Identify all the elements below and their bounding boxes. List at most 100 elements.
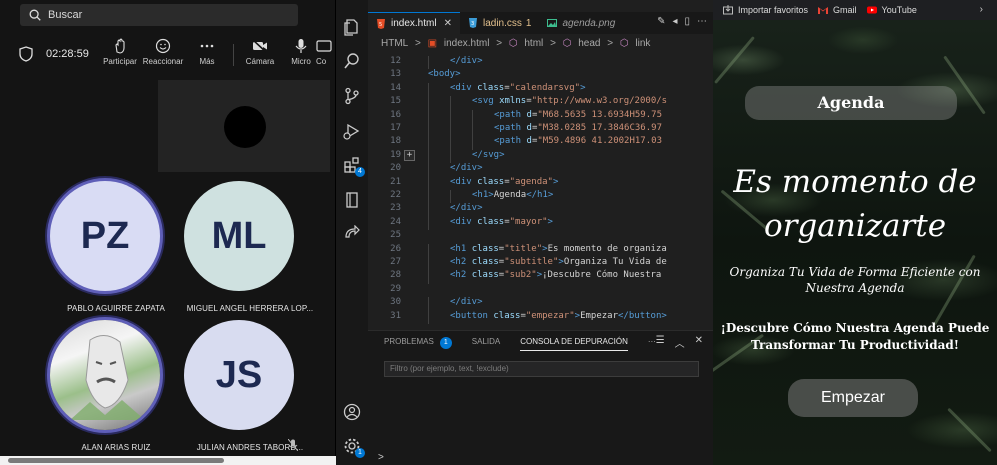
share-button[interactable]: Co	[316, 38, 336, 72]
svg-text:5: 5	[379, 22, 382, 28]
panel-more-icon[interactable]: ⋯	[648, 337, 656, 351]
close-tab-icon[interactable]: ✕	[444, 18, 452, 29]
camera-off-icon	[252, 39, 267, 53]
explorer-icon[interactable]	[343, 18, 361, 36]
avatar-initials: ML	[211, 214, 267, 257]
page-sub2: ¡Descubre Cómo Nuestra Agenda Puede Tran…	[720, 321, 990, 352]
split-editor-icon[interactable]: ▯	[684, 16, 690, 27]
indent-guide	[428, 163, 429, 177]
participant-tile[interactable]: ML MIGUEL ANGEL HERRERA LOP...	[184, 181, 313, 321]
code-line[interactable]: 19 </svg> +	[368, 149, 713, 164]
participant-tile[interactable]: ALAN ARIAS RUIZ	[50, 320, 178, 460]
close-panel-icon[interactable]: ✕	[695, 335, 703, 350]
remote-icon[interactable]	[343, 225, 361, 243]
bookmark-youtube[interactable]: YouTube	[866, 5, 917, 15]
breadcrumb: HTML > ▣ index.html > ⬡ html > ⬡ head > …	[381, 38, 654, 49]
code-editor[interactable]: 12 </div> 13 <body> 14 <div class="calendarsv…	[368, 54, 713, 326]
indent-guide	[428, 149, 429, 164]
code-line[interactable]: 23 </div>	[368, 203, 713, 217]
horizontal-scrollbar[interactable]	[0, 456, 336, 465]
empezar-button[interactable]: Empezar	[788, 379, 918, 417]
bookmark-import[interactable]: Importar favoritos	[723, 5, 808, 15]
participant-name: JULIAN ANDRES TABORD...	[196, 443, 304, 452]
raise-hand-label: Participar	[103, 57, 137, 66]
code-text: </svg>	[472, 149, 505, 160]
breadcrumb-item[interactable]: head	[578, 38, 600, 49]
search-box[interactable]: Buscar	[20, 4, 298, 26]
bookmark-gmail[interactable]: Gmail	[818, 5, 857, 15]
search-icon[interactable]	[343, 52, 361, 70]
page-title: Es momento de organizarte	[733, 164, 977, 244]
tab-debug-console[interactable]: CONSOLA DE DEPURACIÓN	[520, 337, 628, 351]
pin-icon[interactable]: ✎	[657, 16, 665, 27]
modified-count: 1	[525, 17, 532, 29]
face-photo	[70, 335, 145, 420]
filter-input[interactable]: Filtro (por ejemplo, text, !exclude)	[384, 361, 699, 377]
shield-icon	[19, 46, 33, 62]
source-control-icon[interactable]	[343, 87, 361, 105]
line-number: 27	[390, 257, 401, 267]
mic-off-icon	[288, 439, 298, 451]
chevron-up-icon[interactable]: ︿	[675, 335, 685, 350]
account-icon[interactable]	[343, 403, 361, 421]
tab-index-html[interactable]: 5 index.html ✕	[368, 12, 460, 34]
code-line[interactable]: 12 </div>	[368, 56, 713, 70]
code-line[interactable]: 27 <h2 class="subtitle">Organiza Tu Vida …	[368, 257, 713, 271]
breadcrumb-item[interactable]: index.html	[444, 38, 490, 49]
breadcrumb-item[interactable]: link	[635, 38, 650, 49]
tab-problems[interactable]: PROBLEMAS 1	[384, 337, 452, 351]
list-icon[interactable]: ☰	[656, 335, 665, 350]
tab-ladin-css[interactable]: 3 ladin.css 1	[460, 12, 539, 34]
console-prompt[interactable]: >	[378, 452, 384, 463]
add-comment-icon[interactable]: +	[404, 149, 415, 161]
tab-output[interactable]: SALIDA	[472, 337, 500, 351]
breadcrumb-item[interactable]: html	[524, 38, 543, 49]
code-line[interactable]: 18 <path d="M59.4896 41.2002H17.03	[368, 136, 713, 150]
react-button[interactable]: Reaccionar	[141, 38, 185, 72]
code-line[interactable]: 29	[368, 284, 713, 297]
code-line[interactable]: 31 <button class="empezar">Empezar</butto…	[368, 310, 713, 324]
chevron-right-icon[interactable]: ›	[980, 4, 983, 15]
code-line[interactable]: 16 <path d="M68.5635 13.6934H59.75	[368, 109, 713, 123]
code-line[interactable]: 22 <h1>Agenda</h1>	[368, 190, 713, 204]
code-text: <h2 class="sub2">¡Descubre Cómo Nuestra	[450, 270, 662, 281]
raise-hand-button[interactable]: Participar	[98, 38, 142, 72]
line-number: 23	[390, 203, 401, 214]
avatar-initials: JS	[215, 353, 263, 396]
code-line[interactable]: 17 <path d="M38.0285 17.3846C36.97	[368, 123, 713, 137]
speaker-icon[interactable]: ◂	[672, 16, 677, 27]
indent-guide	[428, 310, 429, 324]
more-label: Más	[199, 57, 215, 66]
code-text: </div>	[450, 163, 483, 174]
code-line[interactable]: 25	[368, 230, 713, 243]
code-line[interactable]: 20 </div>	[368, 163, 713, 177]
code-text: <button class="empezar">Empezar</button>	[450, 310, 667, 321]
svg-text:3: 3	[471, 21, 474, 27]
code-line[interactable]: 13 <body>	[368, 69, 713, 82]
camera-button[interactable]: Cámara	[238, 38, 282, 72]
code-line[interactable]: 14 <div class="calendarsvg">	[368, 82, 713, 97]
element-icon: ⬡	[562, 38, 572, 49]
participant-tile[interactable]: PZ PABLO AGUIRRE ZAPATA	[50, 181, 178, 321]
leaf-decoration	[714, 36, 755, 84]
indent-guide	[450, 149, 451, 164]
self-video-preview[interactable]	[158, 80, 330, 172]
book-icon[interactable]	[343, 191, 361, 209]
code-line[interactable]: 15 <svg xmlns="http://www.w3.org/2000/s	[368, 96, 713, 110]
run-debug-icon[interactable]	[343, 122, 361, 140]
participant-name: MIGUEL ANGEL HERRERA LOP...	[186, 304, 314, 313]
code-line[interactable]: 21 <div class="agenda">	[368, 176, 713, 190]
breadcrumb-item[interactable]: HTML	[381, 38, 408, 49]
more-button[interactable]: Más	[185, 38, 229, 72]
breadcrumb-sep: >	[496, 38, 503, 49]
scrollbar-thumb[interactable]	[8, 458, 224, 463]
share-label: Co	[316, 57, 327, 66]
code-line[interactable]: 30 </div>	[368, 297, 713, 311]
more-actions-icon[interactable]: ⋯	[697, 16, 707, 27]
code-line[interactable]: 28 <h2 class="sub2">¡Descubre Cómo Nuestr…	[368, 270, 713, 284]
browser-window: Importar favoritos Gmail YouTube › Agend…	[713, 0, 997, 465]
avatar: PZ	[50, 181, 160, 291]
code-line[interactable]: 24 <div class="mayor">	[368, 216, 713, 231]
tab-agenda-png[interactable]: agenda.png	[539, 12, 623, 34]
code-line[interactable]: 26 <h1 class="title">Es momento de organi…	[368, 243, 713, 257]
